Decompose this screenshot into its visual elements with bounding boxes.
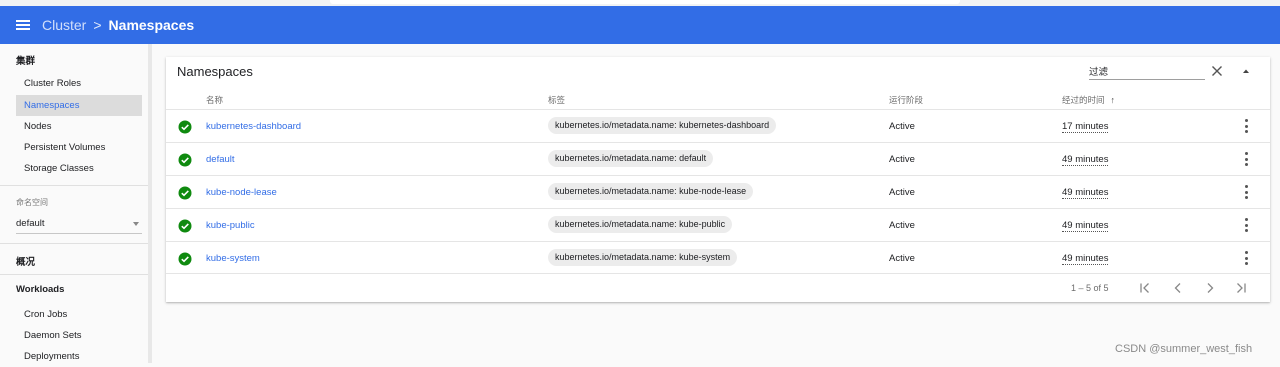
sidebar-item-daemon-sets[interactable]: Daemon Sets [16,325,142,346]
age-value: 49 minutes [1062,187,1109,199]
column-header-age[interactable]: 经过的时间 ↑ [1062,94,1115,106]
watermark: CSDN @summer_west_fish [1115,343,1253,355]
sort-ascending-icon[interactable]: ↑ [1111,95,1116,105]
sidebar-heading-overview[interactable]: 概况 [16,254,35,268]
column-header-phase[interactable]: 运行阶段 [889,94,923,106]
label-chip: kubernetes.io/metadata.name: kube-public [548,216,733,233]
more-vert-icon[interactable] [1241,218,1251,232]
sidebar-divider [0,274,148,275]
label-chip: kubernetes.io/metadata.name: default [548,150,714,167]
check-circle-icon [178,252,192,266]
label-chip: kubernetes.io/metadata.name: kube-system [548,249,738,266]
table-row: kube-public kubernetes.io/metadata.name:… [166,208,1270,241]
more-vert-icon[interactable] [1241,185,1251,199]
phase-value: Active [889,154,915,165]
collapse-arrow-icon[interactable] [1239,64,1253,78]
table-row: kube-system kubernetes.io/metadata.name:… [166,241,1270,274]
sidebar-heading-cluster[interactable]: 集群 [16,53,35,67]
age-value: 49 minutes [1062,154,1109,166]
pagination-bar: 1 – 5 of 5 [166,273,1270,302]
namespace-name-link[interactable]: kube-system [206,253,260,264]
more-vert-icon[interactable] [1241,251,1251,265]
check-circle-icon [178,153,192,167]
previous-page-icon[interactable] [1171,282,1185,294]
age-value: 49 minutes [1062,253,1109,265]
sidebar-item-persistent-volumes[interactable]: Persistent Volumes [16,137,142,158]
app-bar: Cluster > Namespaces [0,6,1280,44]
sidebar-item-storage-classes[interactable]: Storage Classes [16,158,142,179]
check-circle-icon [178,219,192,233]
phase-value: Active [889,220,915,231]
sidebar-item-nodes[interactable]: Nodes [16,116,142,137]
dropdown-arrow-icon [133,222,139,226]
label-chip: kubernetes.io/metadata.name: kubernetes-… [548,117,777,134]
column-header-labels: 标签 [548,95,566,105]
namespace-selector-caption: 命名空间 [16,198,48,207]
label-chip: kubernetes.io/metadata.name: kube-node-l… [548,183,754,200]
namespace-name-link[interactable]: kube-node-lease [206,187,277,198]
sidebar-item-cluster-roles[interactable]: Cluster Roles [16,73,142,94]
age-value: 49 minutes [1062,220,1109,232]
last-page-icon[interactable] [1234,282,1248,294]
clear-filter-icon[interactable] [1210,64,1224,78]
check-circle-icon [178,186,192,200]
more-vert-icon[interactable] [1241,152,1251,166]
table-row: kube-node-lease kubernetes.io/metadata.n… [166,175,1270,208]
sidebar-divider [0,185,148,186]
namespace-selector-value: default [16,218,45,229]
menu-icon[interactable] [16,20,30,30]
breadcrumb-current: Namespaces [108,17,195,33]
column-header-age-label: 经过的时间 [1062,95,1105,105]
namespace-name-link[interactable]: kube-public [206,220,255,231]
sidebar-item-namespaces[interactable]: Namespaces [16,95,142,116]
column-header-name[interactable]: 名称 [206,94,223,106]
sidebar-item-cron-jobs[interactable]: Cron Jobs [16,304,142,325]
table-row: default kubernetes.io/metadata.name: def… [166,142,1270,175]
namespace-name-link[interactable]: kubernetes-dashboard [206,121,301,132]
check-circle-icon [178,120,192,134]
pagination-range: 1 – 5 of 5 [1071,283,1109,293]
phase-value: Active [889,121,915,132]
sidebar-divider [0,243,148,244]
address-bar-edge [330,0,960,4]
breadcrumb-separator: > [93,17,102,33]
sidebar: 集群 Cluster Roles Namespaces Nodes Persis… [0,44,148,363]
namespace-selector[interactable]: default [16,214,142,234]
sidebar-item-deployments[interactable]: Deployments [16,346,142,367]
sidebar-heading-workloads[interactable]: Workloads [16,284,64,295]
age-value: 17 minutes [1062,121,1109,133]
phase-value: Active [889,253,915,264]
sidebar-scrollbar[interactable] [148,44,152,363]
first-page-icon[interactable] [1138,282,1152,294]
table-row: kubernetes-dashboard kubernetes.io/metad… [166,109,1270,142]
namespace-name-link[interactable]: default [206,154,235,165]
breadcrumb-cluster[interactable]: Cluster [42,17,86,33]
next-page-icon[interactable] [1203,282,1217,294]
namespaces-card: Namespaces 过滤 名称 标签 运行阶段 经过的时间 ↑ kubernet… [166,57,1270,302]
filter-input[interactable]: 过滤 [1089,64,1205,80]
phase-value: Active [889,187,915,198]
more-vert-icon[interactable] [1241,119,1251,133]
card-title: Namespaces [177,64,253,79]
